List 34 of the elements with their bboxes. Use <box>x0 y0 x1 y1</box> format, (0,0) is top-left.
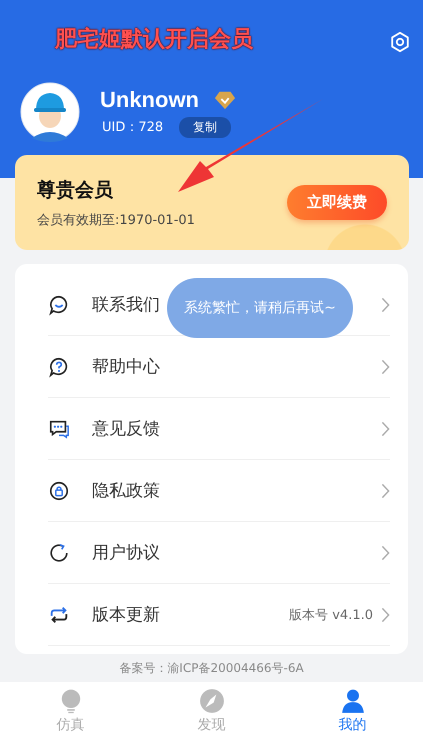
icp-record-text: 备案号：渝ICP备20004466号-6A <box>119 660 304 676</box>
person-icon <box>340 688 366 714</box>
menu-label: 帮助中心 <box>92 356 160 378</box>
annotation-text: 肥宅姬默认开启会员 <box>55 26 253 54</box>
copy-button[interactable]: 复制 <box>179 116 232 138</box>
menu-label: 意见反馈 <box>92 418 160 440</box>
lock-icon <box>48 480 70 502</box>
chevron-right-icon <box>381 358 390 374</box>
chevron-right-icon <box>381 296 390 312</box>
smile-chat-icon <box>48 294 70 316</box>
toast-text: 系统繁忙，请稍后再试~ <box>184 299 336 317</box>
user-id: UID：728 <box>102 119 164 136</box>
tab[interactable]: 我的 <box>282 682 423 740</box>
chevron-right-icon <box>381 482 390 498</box>
chevron-right-icon <box>381 544 390 560</box>
version-number: 版本号 v4.1.0 <box>289 606 373 624</box>
user-name: Unknown <box>100 86 199 112</box>
menu-label: 联系我们 <box>92 294 160 316</box>
menu-item[interactable]: 用户协议 <box>48 522 390 584</box>
membership-title: 尊贵会员 <box>37 178 114 202</box>
help-icon <box>48 356 70 378</box>
compass-icon <box>198 688 224 714</box>
menu-item[interactable]: 意见反馈 <box>48 398 390 460</box>
menu-label: 隐私政策 <box>92 480 160 502</box>
chevron-right-icon <box>381 420 390 436</box>
avatar <box>20 82 80 142</box>
expiry-date: 会员有效期至:1970-01-01 <box>37 212 195 228</box>
chevron-right-icon <box>381 606 390 622</box>
menu-item[interactable]: 隐私政策 <box>48 460 390 522</box>
settings-icon[interactable] <box>389 31 411 53</box>
menu-label: 版本更新 <box>92 604 160 626</box>
circular-arrow-icon <box>48 542 70 564</box>
menu-label: 用户协议 <box>92 542 160 564</box>
menu-item[interactable]: 版本更新 版本号 v4.1.0 <box>48 584 390 646</box>
